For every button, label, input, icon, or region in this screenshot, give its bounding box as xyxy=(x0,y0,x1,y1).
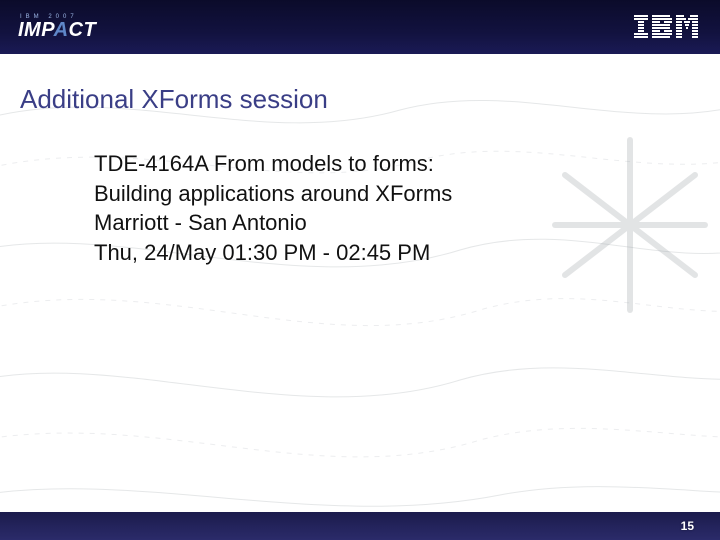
ibm-logo xyxy=(634,15,698,39)
page-number: 15 xyxy=(681,519,694,533)
slide-body: TDE-4164A From models to forms: Building… xyxy=(94,149,594,268)
impact-logo: IBM 2007 IMPACT xyxy=(18,14,96,40)
slide: IBM 2007 IMPACT xyxy=(0,0,720,540)
topographic-background xyxy=(0,0,720,540)
body-line: TDE-4164A From models to forms: xyxy=(94,149,594,179)
slide-title: Additional XForms session xyxy=(20,84,720,115)
body-line: Thu, 24/May 01:30 PM - 02:45 PM xyxy=(94,238,594,268)
footer-bar: 15 xyxy=(0,512,720,540)
body-line: Building applications around XForms xyxy=(94,179,594,209)
event-name: IMPACT xyxy=(18,20,96,40)
body-line: Marriott - San Antonio xyxy=(94,208,594,238)
header-bar: IBM 2007 IMPACT xyxy=(0,0,720,54)
